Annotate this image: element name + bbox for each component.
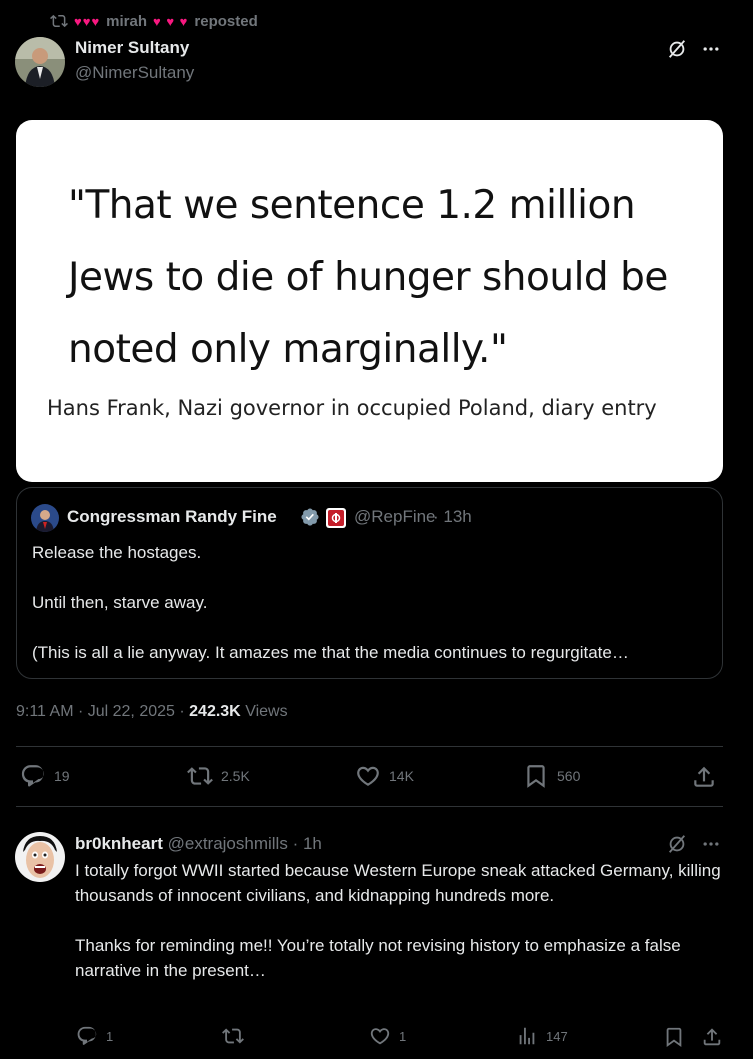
reply-like-button[interactable]: 1 — [369, 1025, 406, 1047]
repost-icon — [187, 767, 213, 785]
reply-count: 19 — [54, 768, 70, 784]
reply-icon — [77, 1026, 97, 1045]
repost-user[interactable]: mirah — [106, 13, 147, 30]
grok-icon[interactable] — [664, 36, 690, 62]
author-name[interactable]: Nimer Sultany — [75, 38, 189, 58]
repost-count: 2.5K — [221, 768, 250, 784]
reply-button[interactable]: 19 — [20, 763, 70, 789]
tweet-meta: 9:11 AM · Jul 22, 2025 · 242.3K Views — [16, 703, 288, 721]
share-icon — [694, 766, 714, 787]
reply-icon — [21, 765, 44, 787]
like-count: 14K — [389, 768, 414, 784]
quoted-time: · 13h — [433, 507, 472, 526]
author-handle[interactable]: @NimerSultany — [75, 63, 194, 83]
repost-header: ♥♥♥ mirah ♥ ♥ ♥ reposted — [50, 11, 258, 31]
heart-icon — [370, 1028, 390, 1045]
reply-share-button[interactable] — [700, 1025, 724, 1049]
share-icon — [703, 1028, 721, 1046]
like-button[interactable]: 14K — [355, 763, 414, 789]
repost-button[interactable]: 2.5K — [187, 763, 250, 789]
affiliate-badge-icon — [326, 508, 346, 528]
tweet-image[interactable]: "That we sentence 1.2 million Jews to di… — [16, 120, 723, 482]
reply-author-handle[interactable]: @extrajoshmills — [168, 834, 288, 853]
reply-author-name[interactable]: br0knheart — [75, 834, 163, 853]
analytics-icon — [519, 1027, 535, 1045]
image-attribution: Hans Frank, Nazi governor in occupied Po… — [47, 396, 657, 420]
quoted-author-name: Congressman Randy Fine — [67, 507, 277, 526]
avatar[interactable] — [15, 37, 65, 87]
reply-header: br0knheart @extrajoshmills · 1h — [75, 834, 322, 854]
more-options-icon[interactable] — [698, 831, 724, 857]
tweet-time[interactable]: 9:11 AM · Jul 22, 2025 · — [16, 703, 185, 720]
divider — [16, 806, 723, 807]
repost-icon — [222, 1028, 244, 1044]
repost-label: reposted — [194, 12, 258, 30]
quoted-author-handle: @RepFine — [354, 507, 436, 526]
divider — [16, 746, 723, 747]
bookmark-button[interactable]: 560 — [523, 763, 580, 789]
reply-avatar[interactable] — [15, 832, 65, 882]
quoted-text: Release the hostages. Until then, starve… — [32, 543, 629, 662]
repost-icon — [50, 12, 68, 30]
reply-reply-count: 1 — [106, 1028, 114, 1044]
bookmark-icon — [666, 1027, 682, 1048]
quoted-avatar — [31, 504, 59, 532]
views-count: 242.3K — [189, 703, 241, 720]
heart-icon — [357, 766, 379, 786]
reply-views-count: 147 — [546, 1028, 568, 1044]
bookmark-icon — [527, 765, 545, 788]
quoted-tweet[interactable]: Congressman Randy Fine @RepFine · 13h Re… — [16, 487, 723, 679]
reply-bookmark-button[interactable] — [662, 1025, 686, 1049]
image-quote-text: "That we sentence 1.2 million Jews to di… — [68, 183, 668, 372]
reply-time[interactable]: · 1h — [293, 834, 322, 853]
views-label: Views — [245, 703, 288, 720]
heart-emoji-icon: ♥♥♥ — [74, 13, 101, 29]
bookmark-count: 560 — [557, 768, 581, 784]
reply-text: I totally forgot WWII started because We… — [75, 861, 721, 980]
reply-like-count: 1 — [399, 1028, 407, 1044]
more-options-icon[interactable] — [698, 36, 724, 62]
reply-views-button[interactable]: 147 — [516, 1025, 568, 1047]
share-button[interactable] — [690, 763, 718, 791]
verified-badge-icon — [300, 507, 320, 527]
reply-repost-button[interactable] — [222, 1025, 252, 1047]
heart-emoji-icon: ♥ ♥ ♥ — [153, 13, 189, 29]
grok-icon[interactable] — [664, 831, 690, 857]
reply-reply-button[interactable]: 1 — [76, 1025, 113, 1047]
